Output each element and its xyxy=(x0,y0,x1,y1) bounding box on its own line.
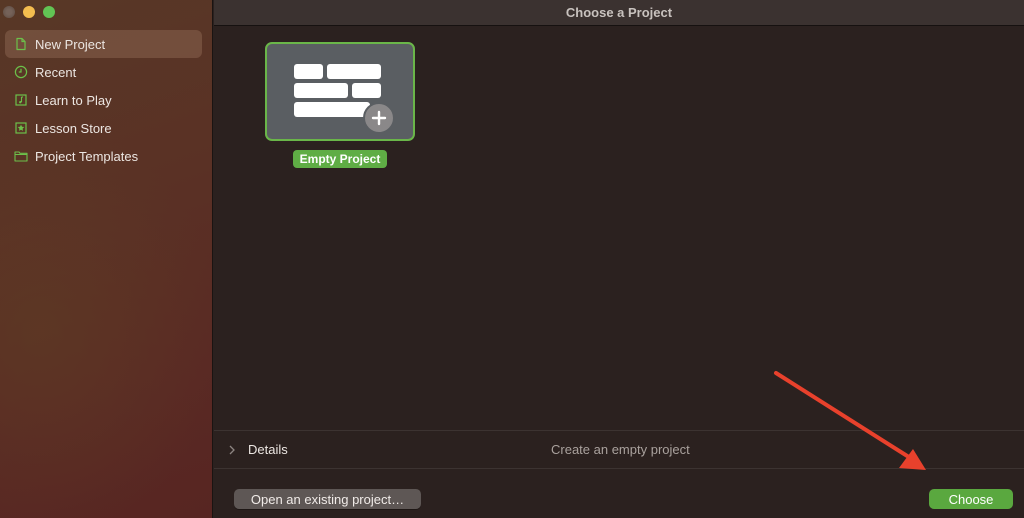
sidebar-item-recent[interactable]: Recent xyxy=(5,58,202,86)
details-toggle[interactable]: Details xyxy=(248,442,288,457)
sidebar-item-label: Recent xyxy=(35,64,77,80)
sidebar-nav: New Project Recent Learn to Play Lesson … xyxy=(5,30,202,170)
template-empty-project[interactable]: Empty Project xyxy=(265,42,415,168)
document-icon xyxy=(13,36,29,52)
window: New Project Recent Learn to Play Lesson … xyxy=(0,0,1024,518)
sidebar-item-project-templates[interactable]: Project Templates xyxy=(5,142,202,170)
empty-project-thumbnail[interactable] xyxy=(265,42,415,141)
template-grid: Empty Project xyxy=(265,42,415,168)
sidebar-item-label: New Project xyxy=(35,36,106,52)
clock-icon xyxy=(13,64,29,80)
sidebar-item-new-project[interactable]: New Project xyxy=(5,30,202,58)
music-note-icon xyxy=(13,92,29,108)
sidebar-item-learn-to-play[interactable]: Learn to Play xyxy=(5,86,202,114)
sidebar-item-label: Project Templates xyxy=(35,148,139,164)
sidebar-item-label: Learn to Play xyxy=(35,92,112,108)
minimize-window-button[interactable] xyxy=(23,6,35,18)
plus-icon xyxy=(363,102,395,134)
window-controls xyxy=(3,6,55,18)
maximize-window-button[interactable] xyxy=(43,6,55,18)
details-bar: Details Create an empty project xyxy=(214,430,1024,469)
main-panel: Choose a Project Empty Project Details C… xyxy=(214,0,1024,518)
star-box-icon xyxy=(13,120,29,136)
open-existing-project-button[interactable]: Open an existing project… xyxy=(234,489,421,509)
sidebar-item-label: Lesson Store xyxy=(35,120,112,136)
sidebar-item-lesson-store[interactable]: Lesson Store xyxy=(5,114,202,142)
window-title: Choose a Project xyxy=(214,0,1024,26)
details-description: Create an empty project xyxy=(551,442,690,457)
choose-button[interactable]: Choose xyxy=(929,489,1013,509)
chevron-right-icon[interactable] xyxy=(227,443,237,457)
template-label: Empty Project xyxy=(292,150,388,168)
sidebar: New Project Recent Learn to Play Lesson … xyxy=(0,0,213,518)
folder-icon xyxy=(13,148,29,164)
close-window-button[interactable] xyxy=(3,6,15,18)
